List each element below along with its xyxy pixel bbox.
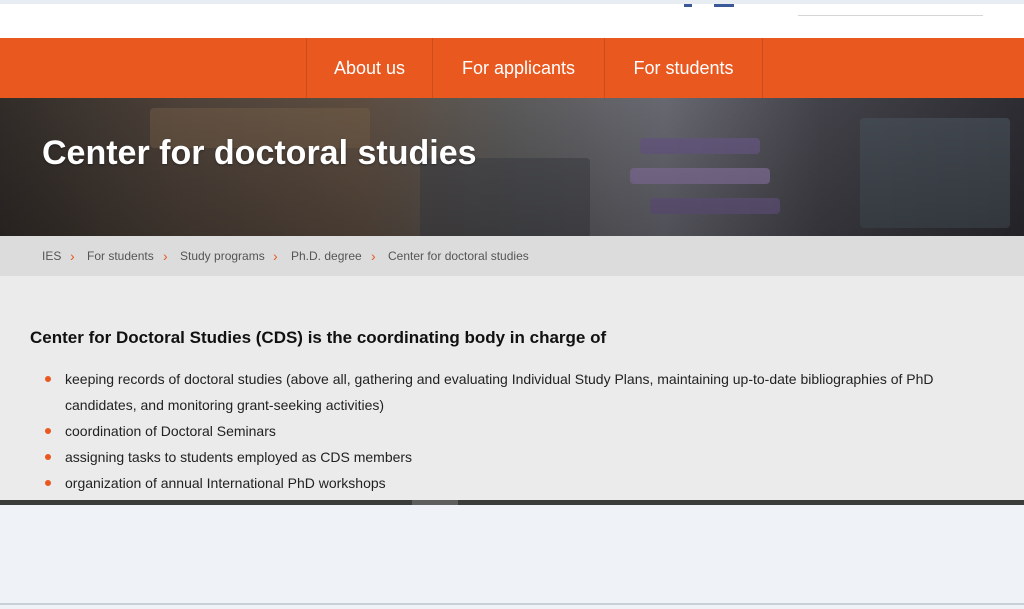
list-item: coordination of Doctoral Seminars bbox=[30, 418, 990, 444]
main-navigation: About us For applicants For students bbox=[0, 38, 1024, 98]
breadcrumb-separator-icon: › bbox=[273, 248, 278, 264]
nav-item-about-us[interactable]: About us bbox=[306, 38, 433, 98]
twitter-icon[interactable] bbox=[714, 4, 734, 7]
main-content: Center for Doctoral Studies (CDS) is the… bbox=[0, 276, 1024, 500]
bullet-icon bbox=[45, 454, 51, 460]
hero-banner: Center for doctoral studies bbox=[0, 98, 1024, 236]
list-item: keeping records of doctoral studies (abo… bbox=[30, 366, 990, 418]
list-item-text: keeping records of doctoral studies (abo… bbox=[65, 371, 934, 413]
breadcrumb-separator-icon: › bbox=[163, 248, 168, 264]
nav-item-for-applicants[interactable]: For applicants bbox=[433, 38, 605, 98]
breadcrumb-separator-icon: › bbox=[70, 248, 75, 264]
section-heading: Center for Doctoral Studies (CDS) is the… bbox=[30, 328, 607, 347]
breadcrumb-item-ies[interactable]: IES bbox=[42, 236, 61, 276]
bottom-border bbox=[0, 603, 1024, 605]
page-title: Center for doctoral studies bbox=[42, 134, 477, 172]
facebook-icon[interactable] bbox=[684, 4, 692, 7]
list-item-text: organization of annual International PhD… bbox=[65, 475, 386, 491]
breadcrumb-separator-icon: › bbox=[371, 248, 376, 264]
responsibilities-list: keeping records of doctoral studies (abo… bbox=[30, 366, 990, 496]
list-item: assigning tasks to students employed as … bbox=[30, 444, 990, 470]
bullet-icon bbox=[45, 428, 51, 434]
breadcrumb: IES › For students › Study programs › Ph… bbox=[0, 236, 1024, 276]
breadcrumb-item-current: Center for doctoral studies bbox=[388, 249, 529, 263]
top-bar bbox=[0, 0, 1024, 38]
breadcrumb-item-study-programs[interactable]: Study programs bbox=[180, 236, 265, 276]
social-icons[interactable] bbox=[684, 4, 734, 10]
breadcrumb-item-for-students[interactable]: For students bbox=[87, 236, 154, 276]
list-item-text: assigning tasks to students employed as … bbox=[65, 449, 413, 465]
bullet-icon bbox=[45, 376, 51, 382]
breadcrumb-item-phd-degree[interactable]: Ph.D. degree bbox=[291, 236, 362, 276]
list-item: organization of annual International PhD… bbox=[30, 470, 990, 496]
search-input[interactable] bbox=[798, 15, 983, 16]
nav-item-for-students[interactable]: For students bbox=[605, 38, 763, 98]
list-item-text: coordination of Doctoral Seminars bbox=[65, 423, 276, 439]
page-divider bbox=[0, 500, 1024, 505]
bullet-icon bbox=[45, 480, 51, 486]
